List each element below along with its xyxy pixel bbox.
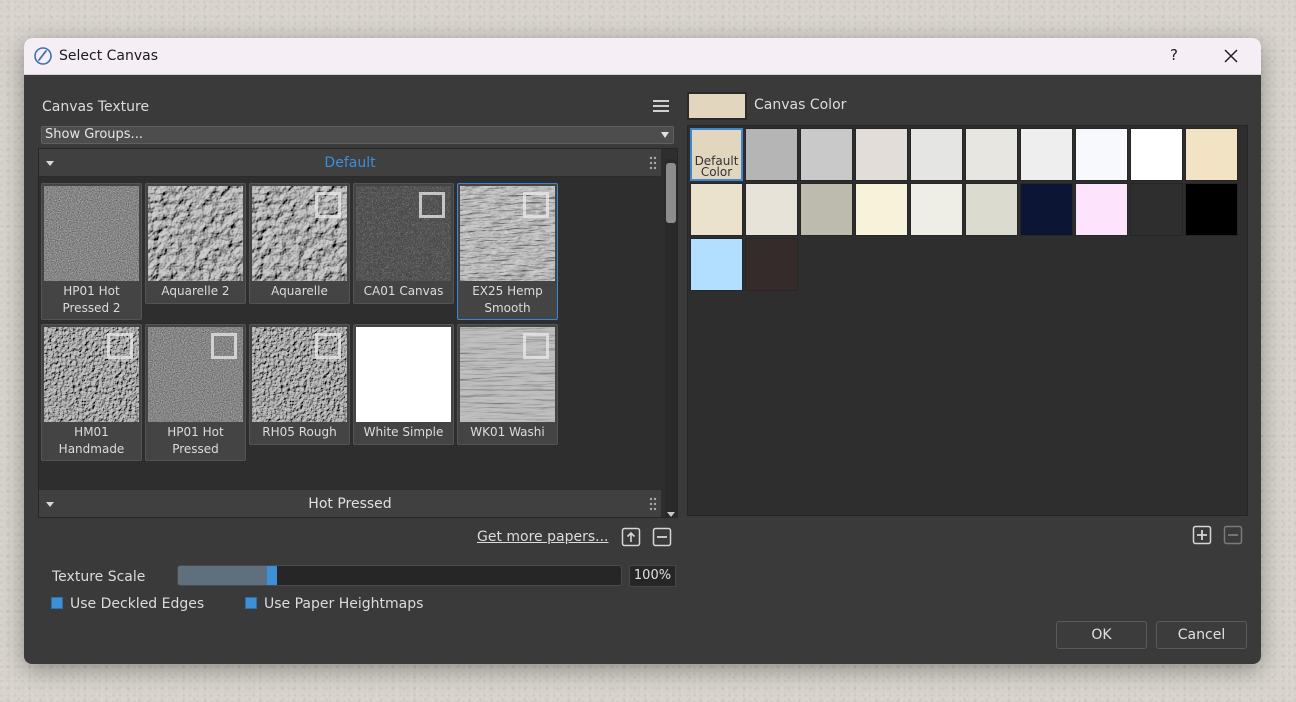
- color-swatch[interactable]: [745, 238, 798, 291]
- chevron-down-icon: [661, 132, 669, 138]
- menu-icon[interactable]: [652, 98, 670, 114]
- color-swatch[interactable]: [745, 183, 798, 236]
- color-swatch[interactable]: [1075, 183, 1128, 236]
- texture-scale-label: Texture Scale: [52, 569, 146, 585]
- color-swatch[interactable]: [1075, 128, 1128, 181]
- texture-scrollbar[interactable]: [665, 159, 677, 517]
- ok-button[interactable]: OK: [1056, 621, 1147, 649]
- paper-heightmaps-label: Use Paper Heightmaps: [264, 596, 424, 612]
- texture-name: WK01 Washi: [470, 425, 545, 439]
- drag-handle-icon[interactable]: [649, 497, 657, 511]
- select-canvas-dialog: Select Canvas ? Canvas Texture Show Grou…: [24, 38, 1261, 664]
- color-swatch[interactable]: [965, 183, 1018, 236]
- add-color-icon[interactable]: [1192, 525, 1212, 545]
- remove-texture-icon[interactable]: [652, 527, 672, 547]
- scroll-down-icon[interactable]: [667, 512, 675, 517]
- color-swatch[interactable]: [1020, 183, 1073, 236]
- current-canvas-color[interactable]: [687, 92, 747, 120]
- texture-name: HM01 Handmade: [58, 425, 125, 456]
- get-more-papers-link[interactable]: Get more papers...: [477, 529, 608, 545]
- color-swatch[interactable]: [1185, 128, 1238, 181]
- texture-name: HP01 Hot Pressed: [167, 425, 224, 456]
- color-swatch-grid: Default Color: [687, 125, 1248, 516]
- color-swatch[interactable]: [800, 183, 853, 236]
- show-groups-value: Show Groups...: [45, 127, 143, 142]
- deckle-badge-icon: [523, 333, 549, 359]
- texture-tile[interactable]: CA01 Canvas: [353, 183, 454, 304]
- group-name: Default: [324, 155, 376, 171]
- deckle-badge-icon: [315, 333, 341, 359]
- deckle-badge-icon: [107, 333, 133, 359]
- color-swatch[interactable]: [1130, 128, 1183, 181]
- color-swatch[interactable]: [1020, 128, 1073, 181]
- import-icon[interactable]: [621, 527, 641, 547]
- color-swatch[interactable]: [690, 183, 743, 236]
- collapse-triangle-icon: [46, 502, 54, 507]
- deckled-edges-checkbox[interactable]: [51, 597, 63, 609]
- scrollbar-thumb[interactable]: [666, 163, 676, 223]
- group-header-hot-pressed[interactable]: Hot Pressed: [39, 490, 661, 517]
- texture-scale-value[interactable]: 100%: [629, 565, 676, 587]
- color-swatch[interactable]: [1130, 183, 1183, 236]
- paper-heightmaps-checkbox[interactable]: [245, 597, 257, 609]
- title-bar: Select Canvas ?: [24, 38, 1261, 75]
- texture-tile[interactable]: HP01 Hot Pressed 2: [41, 183, 142, 320]
- window-title: Select Canvas: [59, 48, 159, 64]
- texture-thumbnail: [356, 327, 451, 422]
- texture-name: EX25 Hemp Smooth: [472, 284, 543, 315]
- collapse-triangle-icon: [46, 161, 54, 166]
- canvas-texture-label: Canvas Texture: [42, 99, 150, 115]
- color-swatch[interactable]: [690, 238, 743, 291]
- cancel-button[interactable]: Cancel: [1156, 621, 1247, 649]
- deckled-edges-label: Use Deckled Edges: [70, 596, 205, 612]
- texture-tile[interactable]: HP01 Hot Pressed: [145, 324, 246, 461]
- slider-handle[interactable]: [267, 566, 277, 585]
- texture-tile[interactable]: WK01 Washi: [457, 324, 558, 445]
- texture-tile[interactable]: Aquarelle: [249, 183, 350, 304]
- color-swatch[interactable]: [855, 128, 908, 181]
- deckle-badge-icon: [523, 192, 549, 218]
- color-swatch[interactable]: [855, 183, 908, 236]
- deckle-badge-icon: [419, 192, 445, 218]
- remove-color-icon[interactable]: [1223, 525, 1243, 545]
- show-groups-dropdown[interactable]: Show Groups...: [41, 126, 674, 144]
- color-swatch[interactable]: [745, 128, 798, 181]
- texture-name: HP01 Hot Pressed 2: [62, 284, 121, 315]
- texture-tile[interactable]: White Simple: [353, 324, 454, 445]
- texture-tile[interactable]: HM01 Handmade: [41, 324, 142, 461]
- texture-tile[interactable]: EX25 Hemp Smooth: [457, 183, 558, 320]
- color-swatch[interactable]: [910, 128, 963, 181]
- help-button[interactable]: ?: [1166, 46, 1182, 64]
- color-swatch[interactable]: [965, 128, 1018, 181]
- deckle-badge-icon: [315, 192, 341, 218]
- group-name: Hot Pressed: [308, 496, 392, 512]
- default-color-label: Default Color: [694, 154, 739, 179]
- texture-name: White Simple: [363, 425, 444, 439]
- app-icon: [34, 47, 52, 65]
- color-swatch[interactable]: [910, 183, 963, 236]
- canvas-color-label: Canvas Color: [754, 97, 847, 113]
- texture-thumbnail: [44, 186, 139, 281]
- texture-scale-slider[interactable]: [177, 565, 622, 586]
- texture-name: RH05 Rough: [262, 425, 337, 439]
- color-swatch[interactable]: [1185, 183, 1238, 236]
- texture-thumbnail: [148, 186, 243, 281]
- color-swatch[interactable]: Default Color: [690, 128, 743, 181]
- texture-tile[interactable]: Aquarelle 2: [145, 183, 246, 304]
- deckle-badge-icon: [211, 333, 237, 359]
- color-swatch[interactable]: [800, 128, 853, 181]
- texture-tile[interactable]: RH05 Rough: [249, 324, 350, 445]
- texture-list: Default HP01 Hot Pressed 2 Aquarelle 2 Aqu…: [38, 148, 678, 518]
- group-header-default[interactable]: Default: [39, 149, 661, 177]
- texture-name: CA01 Canvas: [363, 284, 444, 298]
- slider-fill: [178, 566, 271, 585]
- texture-name: Aquarelle 2: [161, 284, 230, 298]
- close-icon[interactable]: [1221, 46, 1241, 66]
- drag-handle-icon[interactable]: [649, 156, 657, 170]
- texture-name: Aquarelle: [271, 284, 328, 298]
